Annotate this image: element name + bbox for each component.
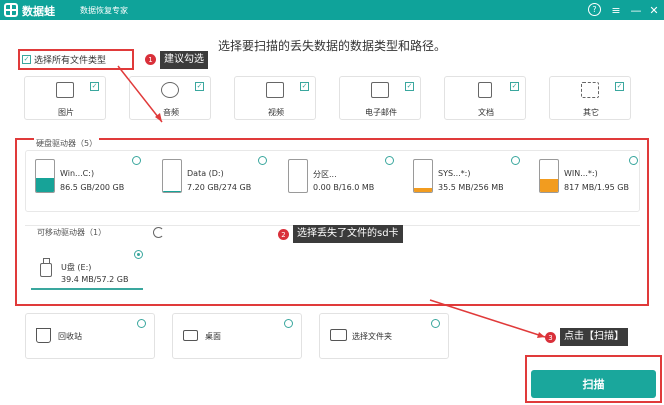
close-icon[interactable]: ✕	[646, 2, 662, 18]
callout-arrow-3-head	[537, 332, 545, 338]
drive-radio-partition[interactable]	[385, 156, 394, 165]
refresh-icon[interactable]	[153, 227, 164, 238]
music-icon	[161, 82, 179, 98]
drive-size: 817 MB/1.95 GB	[564, 183, 629, 192]
drive-size: 86.5 GB/200 GB	[60, 183, 125, 192]
drive-size: 7.20 GB/274 GB	[187, 183, 252, 192]
desktop-icon	[183, 330, 198, 341]
drive-name: SYS...*:)	[438, 169, 471, 178]
checkbox-checked-icon[interactable]: ✓	[615, 82, 624, 91]
usb-drive-card[interactable]: U盘 (E:) 39.4 MB/57.2 GB	[31, 248, 143, 290]
usb-drive-icon	[40, 258, 52, 277]
checkbox-checked-icon[interactable]: ✓	[90, 82, 99, 91]
drive-radio-sys[interactable]	[511, 156, 520, 165]
callout-number-3: 3	[545, 332, 556, 343]
callout-text-2: 选择丢失了文件的sd卡	[293, 225, 403, 243]
app-subtitle: 数据恢复专家	[80, 6, 128, 15]
location-radio[interactable]	[137, 319, 146, 328]
folder-icon	[330, 329, 347, 341]
title-bar: 数据蛙 数据恢复专家 ? ≡ — ✕	[0, 0, 664, 20]
location-radio[interactable]	[431, 319, 440, 328]
file-type-card-document[interactable]: ✓ 文档	[444, 76, 526, 120]
drive-radio-c[interactable]	[132, 156, 141, 165]
hard-drive-icon	[288, 159, 308, 193]
file-type-label: 图片	[58, 108, 74, 117]
file-type-label: 文档	[478, 108, 494, 117]
menu-icon[interactable]: ≡	[608, 2, 624, 18]
file-type-label: 音频	[163, 108, 179, 117]
checkbox-checked-icon[interactable]: ✓	[195, 82, 204, 91]
drive-name: U盘 (E:)	[61, 263, 92, 272]
location-card-recycle-bin[interactable]: 回收站	[25, 313, 155, 359]
drive-size: 0.00 B/16.0 MB	[313, 183, 375, 192]
checkbox-checked-icon[interactable]: ✓	[22, 55, 31, 64]
hard-drive-icon	[413, 159, 433, 193]
file-type-card-email[interactable]: ✓ 电子邮件	[339, 76, 421, 120]
callout-number-1: 1	[145, 54, 156, 65]
drive-card-sys[interactable]: SYS...*:) 35.5 MB/256 MB	[413, 157, 523, 202]
file-type-label: 视频	[268, 108, 284, 117]
file-type-card-video[interactable]: ✓ 视频	[234, 76, 316, 120]
callout-text-3: 点击【扫描】	[560, 328, 628, 346]
app-name: 数据蛙	[22, 5, 55, 18]
select-all-label: 选择所有文件类型	[34, 56, 107, 66]
drive-card-partition[interactable]: 分区... 0.00 B/16.0 MB	[288, 157, 398, 202]
drive-card-d[interactable]: Data (D:) 7.20 GB/274 GB	[162, 157, 272, 202]
drive-name: Win...C:)	[60, 169, 95, 178]
location-label: 桌面	[205, 332, 221, 341]
image-icon	[56, 82, 74, 98]
checkbox-checked-icon[interactable]: ✓	[300, 82, 309, 91]
minimize-icon[interactable]: —	[628, 2, 644, 18]
file-type-label: 电子邮件	[365, 108, 397, 117]
film-icon	[266, 82, 284, 98]
file-type-card-image[interactable]: ✓ 图片	[24, 76, 106, 120]
location-label: 选择文件夹	[352, 332, 392, 341]
callout-number-2: 2	[278, 229, 289, 240]
checkbox-checked-icon[interactable]: ✓	[405, 82, 414, 91]
trash-icon	[36, 328, 51, 343]
drive-size: 35.5 MB/256 MB	[438, 183, 504, 192]
document-icon	[478, 82, 492, 98]
hard-drive-icon	[35, 159, 55, 193]
hard-drive-icon	[162, 159, 182, 193]
drive-card-win[interactable]: WIN...*:) 817 MB/1.95 GB	[539, 157, 639, 202]
location-card-desktop[interactable]: 桌面	[172, 313, 302, 359]
drive-name: 分区...	[313, 170, 337, 179]
removable-section-title: 可移动驱动器（1）	[35, 227, 109, 238]
drive-name: WIN...*:)	[564, 169, 598, 178]
location-label: 回收站	[58, 332, 82, 341]
scan-button[interactable]: 扫描	[531, 370, 656, 398]
location-card-select-folder[interactable]: 选择文件夹	[319, 313, 449, 359]
file-type-label: 其它	[583, 108, 599, 117]
location-radio[interactable]	[284, 319, 293, 328]
app-logo-icon	[4, 3, 18, 17]
drive-radio-d[interactable]	[258, 156, 267, 165]
select-all-checkbox[interactable]: ✓ 选择所有文件类型	[18, 49, 134, 70]
usb-drive-radio[interactable]	[134, 250, 143, 259]
hard-drive-icon	[539, 159, 559, 193]
drive-size: 39.4 MB/57.2 GB	[61, 275, 129, 284]
hard-drive-section-title: 硬盘驱动器（5）	[34, 138, 100, 149]
drive-name: Data (D:)	[187, 169, 224, 178]
help-icon[interactable]: ?	[588, 3, 601, 16]
checkbox-checked-icon[interactable]: ✓	[510, 82, 519, 91]
file-type-card-audio[interactable]: ✓ 音频	[129, 76, 211, 120]
grid-icon	[581, 82, 599, 98]
callout-text-1: 建议勾选	[160, 51, 208, 69]
drive-radio-win[interactable]	[629, 156, 638, 165]
file-type-card-other[interactable]: ✓ 其它	[549, 76, 631, 120]
mail-icon	[371, 82, 389, 98]
